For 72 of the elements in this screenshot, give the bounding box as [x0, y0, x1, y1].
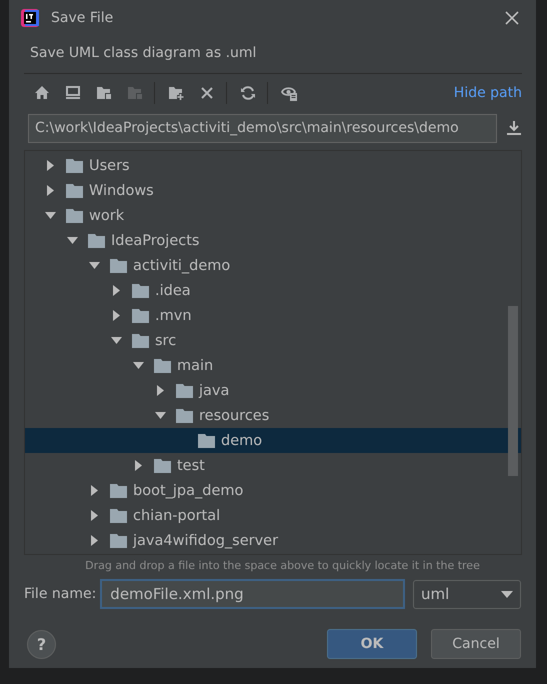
folder-icon [110, 508, 127, 522]
folder-icon [176, 408, 193, 422]
folder-icon [88, 234, 105, 248]
collapsed-arrow-icon[interactable] [89, 535, 100, 546]
new-folder-icon[interactable] [168, 84, 184, 100]
expanded-arrow-icon[interactable] [89, 260, 100, 271]
folder-icon [66, 158, 83, 172]
folder-icon [154, 358, 171, 372]
tree-item[interactable]: .idea [155, 282, 191, 298]
folder-icon [110, 534, 127, 548]
tree-item[interactable]: boot_jpa_demo [133, 482, 244, 498]
folder-icon [66, 208, 83, 222]
tree-row[interactable]: demo [25, 428, 521, 453]
collapsed-arrow-icon[interactable] [155, 385, 166, 396]
collapsed-arrow-icon[interactable] [45, 160, 56, 171]
expanded-arrow-icon[interactable] [67, 235, 78, 246]
cancel-button[interactable]: Cancel [431, 629, 521, 659]
tree-item[interactable]: java4wifidog_server [133, 532, 278, 548]
tree-item[interactable]: .mvn [155, 308, 192, 324]
close-icon[interactable] [505, 11, 519, 25]
collapsed-arrow-icon[interactable] [45, 185, 56, 196]
drag-drop-hint: Drag and drop a file into the space above to quickly locate it in the tree [84, 558, 481, 574]
file-tree[interactable]: Users Windows work IdeaProjects activiti_demo .idea .mvn src main java resources demo test boot_jpa_demo chian-portal java4wifidog_server [24, 150, 522, 555]
hide-path-link[interactable]: Hide path [454, 84, 522, 100]
tree-item[interactable]: resources [199, 408, 270, 424]
tree-item[interactable]: chian-portal [133, 508, 220, 524]
app-logo-icon [21, 9, 39, 27]
scrollbar-thumb[interactable] [508, 306, 518, 476]
collapsed-arrow-icon[interactable] [89, 510, 100, 521]
path-field[interactable]: C:\work\IdeaProjects\activiti_demo\src\main\resources\demo [28, 114, 497, 142]
collapsed-arrow-icon[interactable] [111, 310, 122, 321]
tree-item[interactable]: demo [221, 432, 262, 448]
dialog-description: Save UML class diagram as .uml [29, 44, 258, 63]
refresh-icon[interactable] [240, 84, 256, 100]
file-name-field[interactable]: demoFile.xml.png [100, 579, 405, 609]
folder-icon [176, 384, 193, 398]
folder-icon [110, 484, 127, 498]
help-button[interactable]: ? [27, 630, 56, 658]
collapsed-arrow-icon[interactable] [133, 460, 144, 471]
expanded-arrow-icon[interactable] [133, 360, 144, 371]
tree-item[interactable]: main [177, 358, 214, 374]
tree-item[interactable]: Windows [89, 182, 154, 198]
folder-icon [154, 458, 171, 472]
folder-icon [132, 284, 149, 298]
folder-icon [132, 334, 149, 348]
folder-icon [198, 434, 215, 448]
folder-icon [132, 308, 149, 322]
tree-item[interactable]: java [199, 382, 230, 398]
folder-icon[interactable] [96, 84, 112, 100]
tree-item[interactable]: IdeaProjects [111, 232, 200, 248]
file-type-dropdown[interactable]: uml [413, 580, 521, 608]
delete-icon[interactable] [199, 84, 215, 100]
collapsed-arrow-icon[interactable] [89, 485, 100, 496]
tree-item[interactable]: activiti_demo [133, 258, 230, 274]
file-name-label: File name: [24, 586, 96, 602]
eye-document-icon[interactable] [281, 84, 297, 100]
window-title: Save File [51, 10, 114, 26]
tree-item[interactable]: test [177, 458, 205, 474]
expanded-arrow-icon[interactable] [45, 210, 56, 221]
tree-item[interactable]: src [155, 332, 176, 348]
collapsed-arrow-icon[interactable] [111, 285, 122, 296]
folder-icon [66, 184, 83, 198]
ok-button[interactable]: OK [327, 629, 417, 659]
folder-icon [110, 258, 127, 272]
monitor-icon[interactable] [65, 84, 81, 100]
download-icon[interactable] [506, 120, 522, 136]
home-icon[interactable] [34, 84, 50, 100]
expanded-arrow-icon[interactable] [155, 410, 166, 421]
dropdown-arrow-icon[interactable] [501, 590, 513, 598]
expanded-arrow-icon[interactable] [111, 335, 122, 346]
tree-item[interactable]: Users [89, 158, 130, 174]
tree-item[interactable]: work [89, 208, 124, 224]
